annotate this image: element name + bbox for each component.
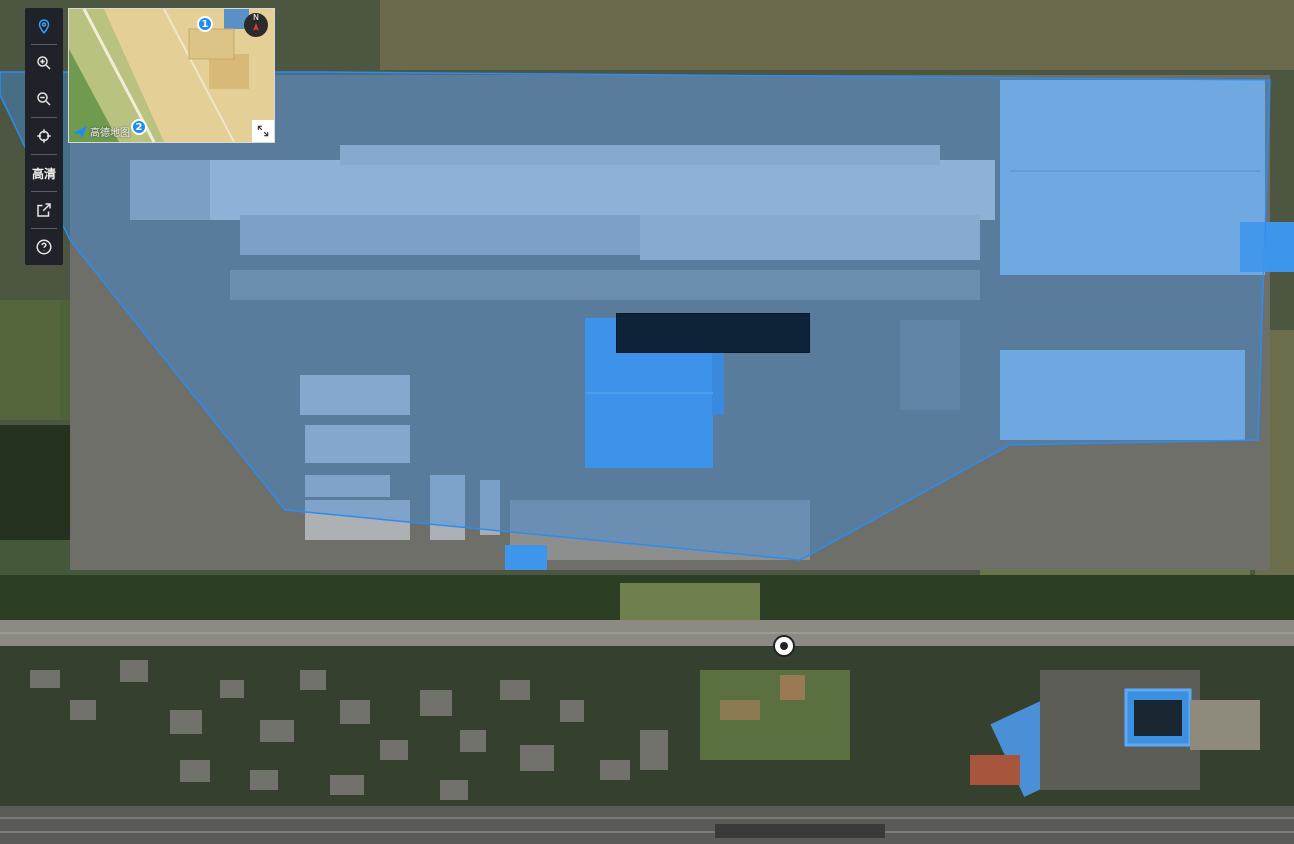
hd-toggle-button[interactable]: 高清 xyxy=(25,155,63,191)
open-external-button[interactable] xyxy=(25,192,63,228)
railway xyxy=(0,806,1294,844)
location-pin-icon xyxy=(38,19,50,34)
red-roof-building xyxy=(970,755,1020,785)
expand-minimap-button[interactable] xyxy=(252,120,274,142)
provider-logo-text: 高德地图 xyxy=(90,128,130,139)
field-north xyxy=(380,0,1294,70)
zoom-in-button[interactable] xyxy=(25,45,63,81)
minimap-imagery xyxy=(69,9,274,142)
overview-minimap[interactable]: 1 2 N 高德地图 xyxy=(68,8,275,143)
compass-north-label: N xyxy=(253,13,259,22)
minimap-marker-1[interactable]: 1 xyxy=(197,16,213,32)
map-provider-logo: 高德地图 xyxy=(73,124,130,139)
zoom-out-icon xyxy=(37,92,51,106)
marker-dot xyxy=(780,642,788,650)
marker-2-label: 2 xyxy=(135,121,143,133)
minimap-marker-2[interactable]: 2 xyxy=(131,119,147,135)
location-button[interactable] xyxy=(25,8,63,44)
compass-needle-icon xyxy=(253,23,259,31)
redacted-label xyxy=(616,313,810,353)
map-toolbar: 高清 xyxy=(25,8,63,265)
help-icon xyxy=(36,239,52,255)
zoom-out-button[interactable] xyxy=(25,81,63,117)
help-button[interactable] xyxy=(25,229,63,265)
compass-icon[interactable]: N xyxy=(244,13,268,37)
marker-1-label: 1 xyxy=(201,18,209,30)
zoom-in-icon xyxy=(37,56,51,70)
provider-logo-icon xyxy=(73,125,87,138)
expand-icon xyxy=(257,125,269,137)
external-link-icon xyxy=(37,203,51,217)
location-marker[interactable] xyxy=(773,635,795,657)
hd-label: 高清 xyxy=(31,166,56,181)
crosshair-icon xyxy=(37,129,51,143)
locate-button[interactable] xyxy=(25,118,63,154)
